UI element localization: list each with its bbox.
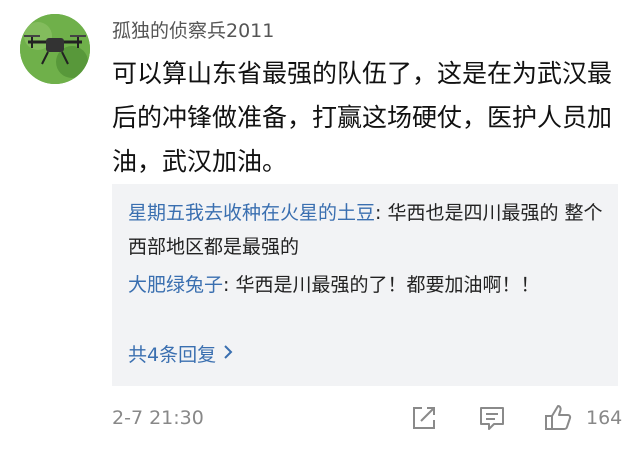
avatar[interactable] (20, 14, 90, 84)
reply-box: 星期五我去收种在火星的土豆: 华西也是四川最强的 整个西部地区都是最强的 大肥绿… (112, 184, 618, 386)
comment-footer: 2-7 21:30 164 (112, 400, 622, 436)
share-icon[interactable] (408, 402, 440, 434)
reply-separator: : (223, 274, 236, 296)
reply-separator: : (375, 202, 388, 224)
comment-icon[interactable] (476, 402, 508, 434)
more-replies-label: 共4条回复 (128, 344, 217, 366)
chevron-right-icon (222, 343, 234, 365)
comment-text: 可以算山东省最强的队伍了，这是在为武汉最后的冲锋做准备，打赢这场硬仗，医护人员加… (112, 59, 613, 176)
reply-item[interactable]: 大肥绿兔子: 华西是川最强的了！都要加油啊！！ (128, 268, 608, 302)
reply-text: 华西是川最强的了！都要加油啊！！ (235, 274, 540, 296)
comment-timestamp: 2-7 21:30 (112, 407, 204, 429)
reply-author[interactable]: 星期五我去收种在火星的土豆 (128, 202, 375, 224)
more-replies-link[interactable]: 共4条回复 (128, 340, 234, 367)
reply-author[interactable]: 大肥绿兔子 (128, 274, 223, 296)
thumbs-up-icon[interactable] (542, 402, 574, 434)
like-count: 164 (586, 407, 623, 429)
reply-item[interactable]: 星期五我去收种在火星的土豆: 华西也是四川最强的 整个西部地区都是最强的 (128, 196, 608, 264)
comment-username[interactable]: 孤独的侦察兵2011 (112, 16, 274, 43)
